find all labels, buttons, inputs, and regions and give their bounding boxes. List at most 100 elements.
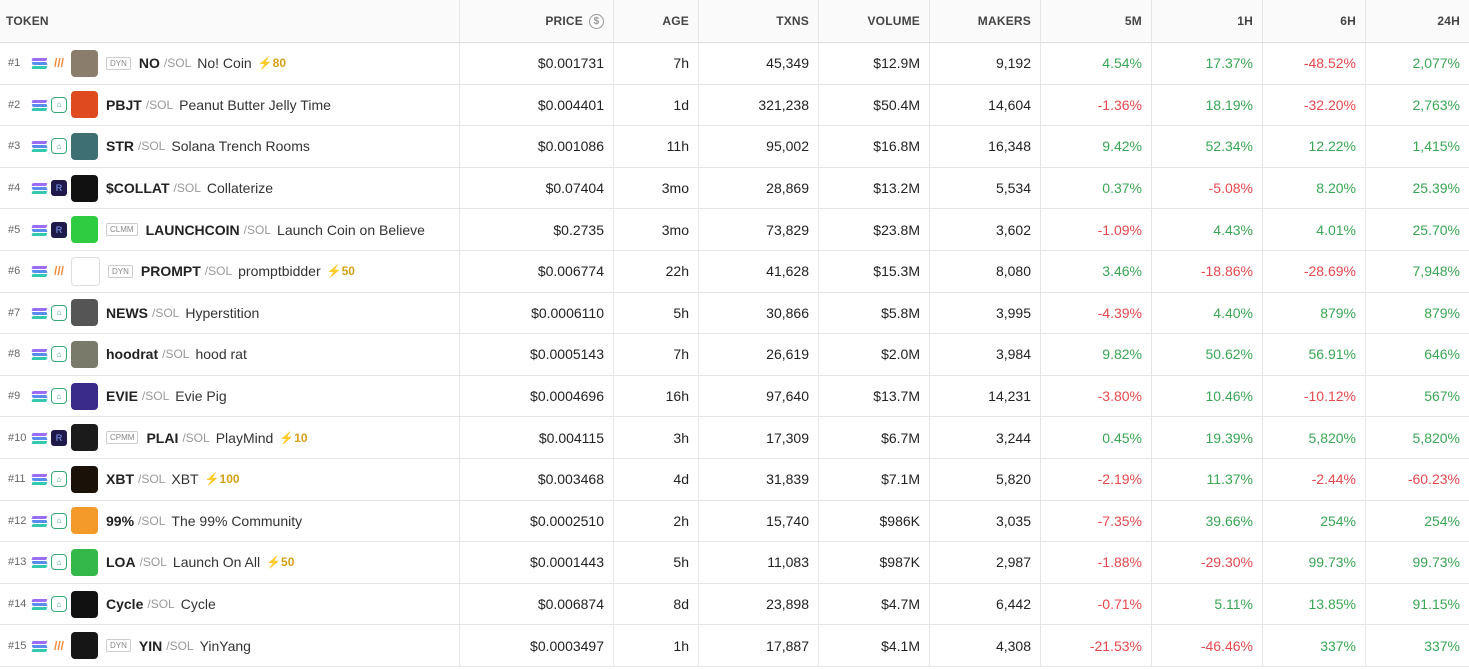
rank-label: #15	[8, 639, 27, 652]
col-token[interactable]: TOKEN	[0, 0, 460, 42]
price-cell: $0.004115	[460, 417, 614, 458]
solana-chain-icon	[31, 390, 48, 402]
txns-cell: 95,002	[699, 126, 819, 167]
token-symbol: STR	[106, 138, 134, 155]
table-row[interactable]: #10 R CPMM PLAI /SOL PlayMind ⚡10 $0.004…	[0, 417, 1469, 459]
col-5m[interactable]: 5M	[1041, 0, 1152, 42]
token-cell[interactable]: #10 R CPMM PLAI /SOL PlayMind ⚡10	[0, 417, 460, 458]
age-cell: 7h	[614, 43, 699, 84]
volume-cell: $7.1M	[819, 458, 930, 500]
table-row[interactable]: #14 ⌂ Cycle /SOL Cycle $0.006874 8d 23,8…	[0, 583, 1469, 626]
token-name: PlayMind	[215, 429, 274, 446]
token-name: Launch On All	[172, 554, 261, 571]
change-1h-cell: 19.39%	[1152, 417, 1263, 458]
col-volume[interactable]: VOLUME	[819, 0, 930, 42]
txns-cell: 26,619	[699, 334, 819, 375]
meteora-dex-icon: ///	[53, 56, 64, 71]
col-price[interactable]: PRICE $	[460, 0, 614, 42]
token-avatar	[71, 382, 98, 410]
makers-cell: 5,820	[930, 458, 1041, 500]
table-row[interactable]: #15 /// DYN YIN /SOL YinYang $0.0003497 …	[0, 625, 1469, 667]
age-cell: 1h	[614, 625, 699, 666]
table-row[interactable]: #3 ⌂ STR /SOL Solana Trench Rooms $0.001…	[0, 126, 1469, 168]
rank-label: #11	[8, 473, 26, 486]
table-row[interactable]: #12 ⌂ 99% /SOL The 99% Community $0.0002…	[0, 500, 1469, 543]
token-cell[interactable]: #1 /// DYN NO /SOL No! Coin ⚡80	[0, 43, 460, 84]
table-row[interactable]: #6 /// DYN PROMPT /SOL promptbidder ⚡50 …	[0, 250, 1469, 293]
token-cell[interactable]: #2 ⌂ PBJT /SOL Peanut Butter Jelly Time	[0, 84, 460, 126]
pumpswap-dex-icon: ⌂	[51, 554, 67, 571]
col-makers[interactable]: MAKERS	[930, 0, 1041, 42]
quote-chain: /SOL	[163, 56, 192, 71]
change-6h-cell: -10.12%	[1263, 375, 1366, 417]
raydium-dex-icon: R	[51, 180, 67, 197]
change-6h-cell: 254%	[1263, 500, 1366, 542]
token-name: Collaterize	[206, 180, 274, 197]
age-cell: 2h	[614, 500, 699, 542]
col-24h[interactable]: 24H	[1366, 0, 1469, 42]
token-cell[interactable]: #8 ⌂ hoodrat /SOL hood rat	[0, 334, 460, 375]
token-avatar	[71, 632, 98, 660]
pool-type-badge: DYN	[106, 56, 131, 70]
table-row[interactable]: #7 ⌂ NEWS /SOL Hyperstition $0.0006110 5…	[0, 292, 1469, 335]
txns-cell: 45,349	[699, 43, 819, 84]
col-1h[interactable]: 1H	[1152, 0, 1263, 42]
quote-chain: /SOL	[173, 181, 201, 196]
rank-label: #8	[8, 348, 21, 361]
change-24h-cell: 2,763%	[1412, 96, 1460, 113]
txns-cell: 17,309	[699, 417, 819, 458]
quote-chain: /SOL	[138, 139, 166, 154]
token-cell[interactable]: #13 ⌂ LOA /SOL Launch On All ⚡50	[0, 542, 460, 583]
change-6h-cell: 5,820%	[1263, 417, 1366, 458]
col-6h[interactable]: 6H	[1263, 0, 1366, 42]
table-row[interactable]: #2 ⌂ PBJT /SOL Peanut Butter Jelly Time …	[0, 84, 1469, 127]
token-cell[interactable]: #11 ⌂ XBT /SOL XBT ⚡100	[0, 458, 460, 500]
age-cell: 22h	[614, 250, 699, 292]
age-cell: 3mo	[614, 167, 699, 209]
token-cell[interactable]: #9 ⌂ EVIE /SOL Evie Pig	[0, 375, 460, 417]
price-cell: $0.0006110	[460, 292, 614, 334]
rank-label: #12	[8, 514, 27, 527]
dollar-circle-icon[interactable]: $	[589, 13, 604, 29]
table-row[interactable]: #9 ⌂ EVIE /SOL Evie Pig $0.0004696 16h 9…	[0, 375, 1469, 418]
rank-label: #3	[8, 140, 21, 153]
change-1h-cell: 11.37%	[1152, 458, 1263, 500]
token-name: Hyperstition	[185, 304, 260, 321]
quote-chain: /SOL	[204, 264, 233, 279]
token-cell[interactable]: #3 ⌂ STR /SOL Solana Trench Rooms	[0, 126, 460, 167]
volume-cell: $13.7M	[819, 375, 930, 417]
col-txns[interactable]: TXNS	[699, 0, 819, 42]
token-cell[interactable]: #7 ⌂ NEWS /SOL Hyperstition	[0, 292, 460, 334]
token-cell[interactable]: #12 ⌂ 99% /SOL The 99% Community	[0, 500, 460, 542]
price-cell: $0.0001443	[460, 542, 614, 583]
change-6h-cell: 879%	[1263, 292, 1366, 334]
table-row[interactable]: #5 R CLMM LAUNCHCOIN /SOL Launch Coin on…	[0, 209, 1469, 251]
change-24h-cell: 91.15%	[1412, 596, 1460, 613]
table-row[interactable]: #1 /// DYN NO /SOL No! Coin ⚡80 $0.00173…	[0, 43, 1469, 85]
change-5m-cell: 0.45%	[1041, 417, 1152, 458]
solana-chain-icon	[31, 556, 48, 568]
token-cell[interactable]: #14 ⌂ Cycle /SOL Cycle	[0, 583, 460, 625]
table-row[interactable]: #13 ⌂ LOA /SOL Launch On All ⚡50 $0.0001…	[0, 542, 1469, 584]
col-age[interactable]: AGE	[614, 0, 699, 42]
rank-label: #5	[8, 223, 21, 236]
token-name: hood rat	[195, 346, 247, 363]
age-cell: 5h	[614, 292, 699, 334]
table-row[interactable]: #8 ⌂ hoodrat /SOL hood rat $0.0005143 7h…	[0, 334, 1469, 376]
change-24h-cell: 2,077%	[1412, 55, 1460, 72]
token-cell[interactable]: #4 R $COLLAT /SOL Collaterize	[0, 167, 460, 209]
price-cell: $0.0004696	[460, 375, 614, 417]
token-cell[interactable]: #15 /// DYN YIN /SOL YinYang	[0, 625, 460, 666]
token-cell[interactable]: #5 R CLMM LAUNCHCOIN /SOL Launch Coin on…	[0, 209, 460, 250]
table-row[interactable]: #4 R $COLLAT /SOL Collaterize $0.07404 3…	[0, 167, 1469, 210]
makers-cell: 16,348	[930, 126, 1041, 167]
token-avatar	[71, 91, 98, 119]
pumpswap-dex-icon: ⌂	[51, 346, 67, 363]
change-5m-cell: -1.88%	[1041, 542, 1152, 583]
table-row[interactable]: #11 ⌂ XBT /SOL XBT ⚡100 $0.003468 4d 31,…	[0, 458, 1469, 501]
solana-chain-icon	[31, 598, 48, 610]
token-cell[interactable]: #6 /// DYN PROMPT /SOL promptbidder ⚡50	[0, 250, 460, 292]
quote-chain: /SOL	[152, 305, 180, 320]
price-cell: $0.0005143	[460, 334, 614, 375]
change-1h-cell: 52.34%	[1152, 126, 1263, 167]
